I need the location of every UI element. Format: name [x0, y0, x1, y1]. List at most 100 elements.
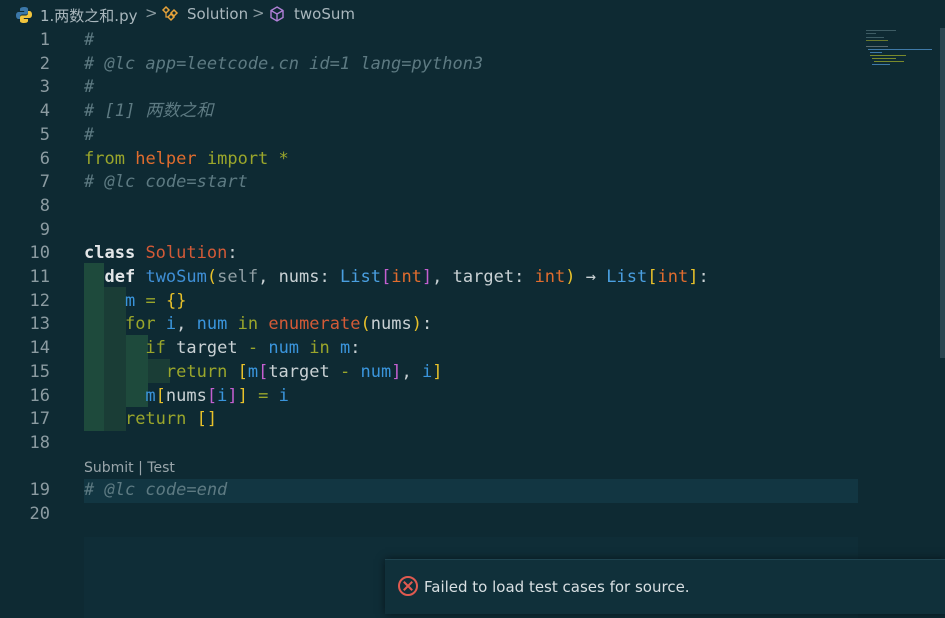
breadcrumb-method[interactable]: twoSum	[294, 5, 355, 23]
code-line-10[interactable]: class Solution:	[84, 241, 238, 265]
variable: nums	[165, 385, 207, 406]
comment: # @lc code=end	[84, 480, 228, 500]
line-number: 13	[29, 314, 50, 335]
breadcrumb-class[interactable]: Solution	[187, 5, 248, 23]
code-line-5[interactable]: #	[84, 123, 94, 147]
test-codelens[interactable]: Test	[147, 460, 175, 476]
keyword: if	[145, 338, 166, 359]
minimap-line	[874, 61, 904, 62]
line-number: 11	[29, 267, 50, 287]
type: List	[606, 267, 648, 287]
function-name: twoSum	[145, 267, 207, 287]
error-circle-icon	[398, 576, 418, 596]
code-line-17[interactable]: return []	[84, 407, 217, 431]
variable: m	[124, 290, 136, 311]
param-nums: nums	[278, 267, 320, 287]
minimap-line	[870, 55, 906, 56]
line-number: 1	[39, 30, 50, 50]
code-line-4[interactable]: # [1] 两数之和	[84, 99, 213, 123]
variable: num	[268, 338, 300, 359]
code-line-19[interactable]: # @lc code=end	[84, 478, 227, 502]
class-symbol-icon	[161, 5, 179, 22]
keyword: return	[124, 409, 187, 430]
operator: -	[339, 361, 351, 382]
operator: -	[247, 338, 259, 359]
minimap-line	[866, 30, 896, 31]
minimap-line	[866, 33, 876, 34]
breadcrumb-separator: >	[145, 4, 158, 22]
minimap-line	[866, 40, 888, 41]
line-number: 17	[29, 409, 50, 430]
line-number: 5	[39, 124, 50, 145]
minimap-line	[866, 46, 888, 47]
keyword: import	[206, 148, 269, 169]
minimap-line	[872, 64, 890, 65]
vertical-scrollbar[interactable]	[940, 28, 945, 358]
line-number: 4	[39, 101, 50, 122]
minimap-line	[872, 58, 896, 59]
keyword: from	[84, 148, 125, 169]
operator: *	[278, 148, 289, 169]
code-line-2[interactable]: # @lc app=leetcode.cn id=1 lang=python3	[84, 52, 483, 76]
code-line-11[interactable]: def twoSum(self, nums: List[int], target…	[84, 265, 708, 289]
line-number: 16	[29, 385, 50, 406]
type: int	[657, 267, 689, 287]
keyword: class	[84, 243, 136, 264]
variable: i	[421, 361, 433, 382]
variable: num	[196, 314, 228, 335]
code-line-13[interactable]: for i, num in enumerate(nums):	[84, 312, 432, 336]
variable: i	[165, 314, 177, 335]
code-line-6[interactable]: from helper import *	[84, 147, 289, 171]
code-line-16[interactable]: m[nums[i]] = i	[84, 384, 288, 408]
notification-toast[interactable]: Failed to load test cases for source.	[385, 559, 945, 614]
python-file-icon	[16, 7, 32, 23]
comment: #	[84, 124, 95, 145]
line-number: 6	[39, 148, 50, 169]
param-target: target	[452, 267, 515, 287]
code-line-1[interactable]: #	[84, 28, 94, 52]
param-self: self	[217, 267, 259, 287]
line-number: 14	[29, 338, 50, 359]
list-literal: []	[196, 409, 218, 430]
code-line-15[interactable]: return [m[target - num], i]	[84, 360, 443, 384]
type: List	[340, 267, 381, 287]
type: int	[391, 267, 422, 287]
line-number: 19	[29, 480, 50, 500]
operator: =	[145, 290, 156, 311]
line-number: 10	[29, 243, 50, 264]
variable: target	[176, 338, 238, 359]
module-name: helper	[135, 148, 197, 169]
breadcrumb-file[interactable]: 1.两数之和.py	[40, 5, 137, 26]
variable: m	[145, 385, 156, 406]
line-number: 9	[39, 219, 50, 240]
comment: #	[84, 77, 95, 98]
variable: nums	[370, 314, 412, 335]
keyword: in	[309, 338, 330, 359]
variable: i	[217, 385, 228, 406]
arrow-operator: →	[585, 267, 597, 287]
code-line-14[interactable]: if target - num in m:	[84, 336, 360, 360]
code-line-12[interactable]: m = {}	[84, 289, 186, 313]
code-line-3[interactable]: #	[84, 75, 94, 99]
line-number: 18	[29, 432, 50, 453]
line-number: 7	[39, 172, 50, 193]
variable: m	[247, 361, 259, 382]
variable: num	[360, 361, 392, 382]
keyword: in	[237, 314, 259, 335]
breadcrumb-separator: >	[252, 4, 265, 22]
code-line-7[interactable]: # @lc code=start	[84, 170, 248, 194]
line-number: 15	[29, 361, 50, 382]
minimap[interactable]	[866, 28, 936, 68]
dict-literal: {}	[165, 290, 187, 311]
minimap-line	[868, 49, 932, 50]
builtin-function: enumerate	[268, 314, 361, 335]
submit-codelens[interactable]: Submit	[84, 460, 134, 476]
line-number: 2	[39, 53, 50, 74]
punctuation: :	[227, 243, 238, 264]
variable: m	[340, 338, 351, 359]
keyword: def	[104, 267, 136, 287]
notification-message: Failed to load test cases for source.	[424, 578, 690, 596]
minimap-line	[870, 52, 882, 53]
minimap-line	[866, 37, 884, 38]
method-symbol-icon	[270, 6, 284, 22]
